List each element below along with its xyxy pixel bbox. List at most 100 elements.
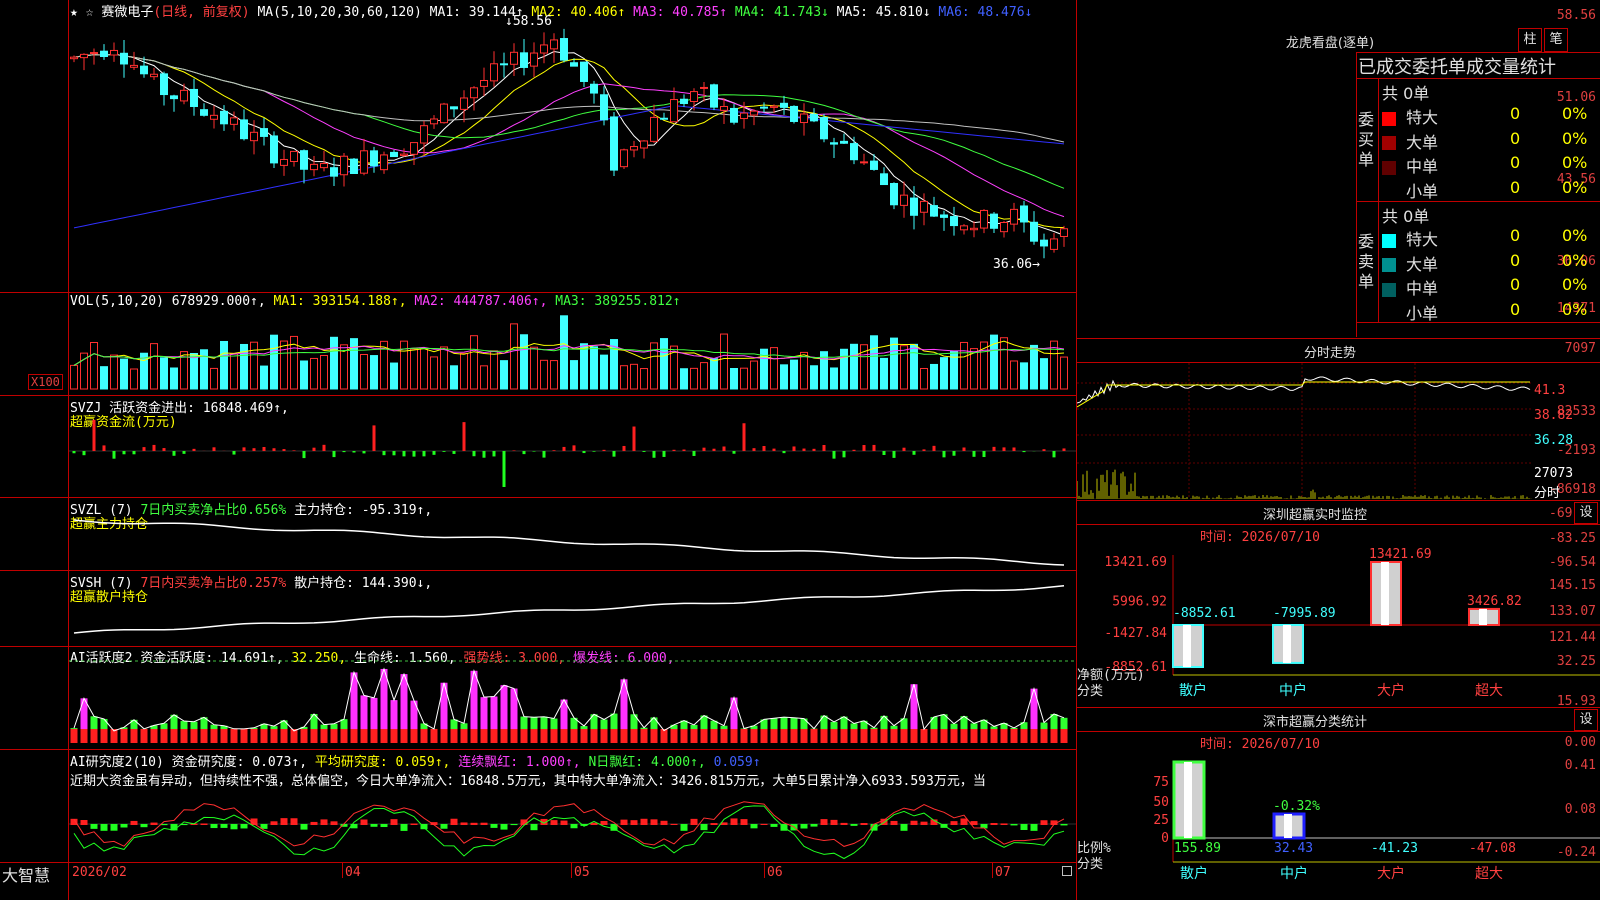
candle-body (890, 182, 898, 206)
research-bar (600, 820, 608, 825)
candle-body (600, 94, 608, 121)
activity-base (680, 729, 688, 743)
intraday-tick: 38.82 (1534, 408, 1574, 423)
research-bar (840, 822, 848, 825)
date-label: 05 (574, 865, 590, 880)
research-bar (860, 823, 868, 825)
order-row-percent: 0% (1562, 275, 1588, 294)
research-bar (850, 824, 858, 826)
stats-settings-button[interactable]: 设 (1574, 709, 1598, 731)
candle-body (940, 214, 948, 218)
stats-axis-tick: 25 (1153, 813, 1169, 828)
volume-bar (310, 357, 318, 390)
activity-base (340, 729, 348, 743)
monitor-chart[interactable]: 13421.695996.92-1427.84-8852.61-8852.61-… (1077, 545, 1600, 705)
volume-bar (480, 365, 488, 390)
monitor-bar-highlight (1283, 625, 1291, 663)
activity-base (1030, 729, 1038, 743)
research-bar (710, 823, 718, 825)
activity-base (870, 729, 878, 743)
intraday-chart[interactable] (1077, 363, 1532, 499)
stats-chart[interactable]: 75 50 25 0 -0.32% 155.89 32.43 -41.23 -47.08 散户 中户… (1077, 752, 1600, 900)
activity-base (360, 729, 368, 743)
research-bar (900, 824, 908, 831)
svsh-chart[interactable] (69, 571, 1076, 646)
order-row-count: 0 (1510, 104, 1521, 123)
research-green-line (73, 805, 1065, 860)
research-bar (660, 820, 668, 825)
ai-activity-chart[interactable] (69, 647, 1076, 749)
svzj-chart[interactable] (69, 396, 1076, 497)
activity-base (310, 729, 318, 743)
candle-body (580, 61, 588, 82)
candle-body (930, 205, 938, 217)
price-tick-1: 58.56 (1556, 8, 1596, 23)
legend-swatch (1382, 111, 1396, 126)
intraday-tick: 41.3 (1534, 383, 1566, 398)
activity-base (670, 729, 678, 743)
stats-axis-tick: 50 (1153, 795, 1169, 810)
intraday-tick: 36.28 (1534, 433, 1574, 448)
activity-base (800, 729, 808, 743)
bar-mode-button[interactable]: 柱 (1518, 28, 1542, 52)
lock-icon[interactable] (1062, 866, 1072, 876)
ai-tick-3: 0.00 (1564, 735, 1596, 750)
monitor-bar-highlight (1479, 608, 1487, 625)
research-bar (910, 820, 918, 825)
volume-bar (110, 354, 118, 390)
monitor-time: 时间: 2026/07/10 (1200, 530, 1320, 545)
research-bar (130, 820, 138, 825)
monitor-settings-button[interactable]: 设 (1574, 502, 1598, 524)
activity-base (200, 729, 208, 743)
volume-bar (870, 335, 878, 390)
activity-base (850, 729, 858, 743)
activity-base (130, 729, 138, 743)
activity-base (230, 729, 238, 743)
research-bar (320, 819, 328, 825)
sell-side-label: 委卖单 (1358, 232, 1375, 291)
research-bar (730, 818, 738, 825)
monitor-ylabel: 净额(万元) (1077, 668, 1145, 683)
stats-category: 散户 (1180, 865, 1208, 882)
pane-sep (0, 862, 1076, 863)
activity-base (260, 729, 268, 743)
tick-mode-button[interactable]: 笔 (1544, 28, 1568, 52)
candle-body (140, 65, 148, 75)
app-logo[interactable]: 大智慧 (2, 862, 50, 886)
candlestick-chart[interactable] (69, 0, 1076, 292)
volume-chart[interactable] (69, 293, 1076, 395)
activity-base (320, 729, 328, 743)
ai-research-chart[interactable] (69, 750, 1076, 862)
activity-base (700, 729, 708, 743)
research-bar (700, 824, 708, 831)
svzl-chart[interactable] (69, 498, 1076, 570)
candle-body (240, 119, 248, 140)
candle-body (420, 125, 428, 144)
candle-body (840, 140, 848, 144)
research-bar (310, 821, 318, 825)
monitor-axis-tick: -1427.84 (1104, 626, 1167, 641)
candle-body (250, 131, 258, 142)
volume-bar (620, 365, 628, 390)
volume-bar (680, 368, 688, 390)
research-bar (570, 824, 578, 829)
low-mark: 36.06→ (993, 257, 1040, 272)
vol-unit-button[interactable]: X100 (28, 374, 63, 390)
candle-body (770, 105, 778, 108)
activity-base (170, 729, 178, 743)
activity-base (690, 729, 698, 743)
stats-value-label: 155.89 (1174, 841, 1221, 856)
volume-bar (900, 345, 908, 390)
activity-base (1060, 729, 1068, 743)
candle-body (970, 227, 978, 231)
candle-body (700, 86, 708, 89)
date-label: 2026/02 (72, 865, 127, 880)
research-bar (330, 821, 338, 825)
research-bar (810, 824, 818, 827)
candle-body (980, 209, 988, 229)
activity-base (390, 729, 398, 743)
activity-base (830, 729, 838, 743)
volume-bar (420, 347, 428, 390)
stats-axis-tick: 0 (1161, 831, 1169, 846)
order-row-label: 特大 (1406, 230, 1439, 249)
